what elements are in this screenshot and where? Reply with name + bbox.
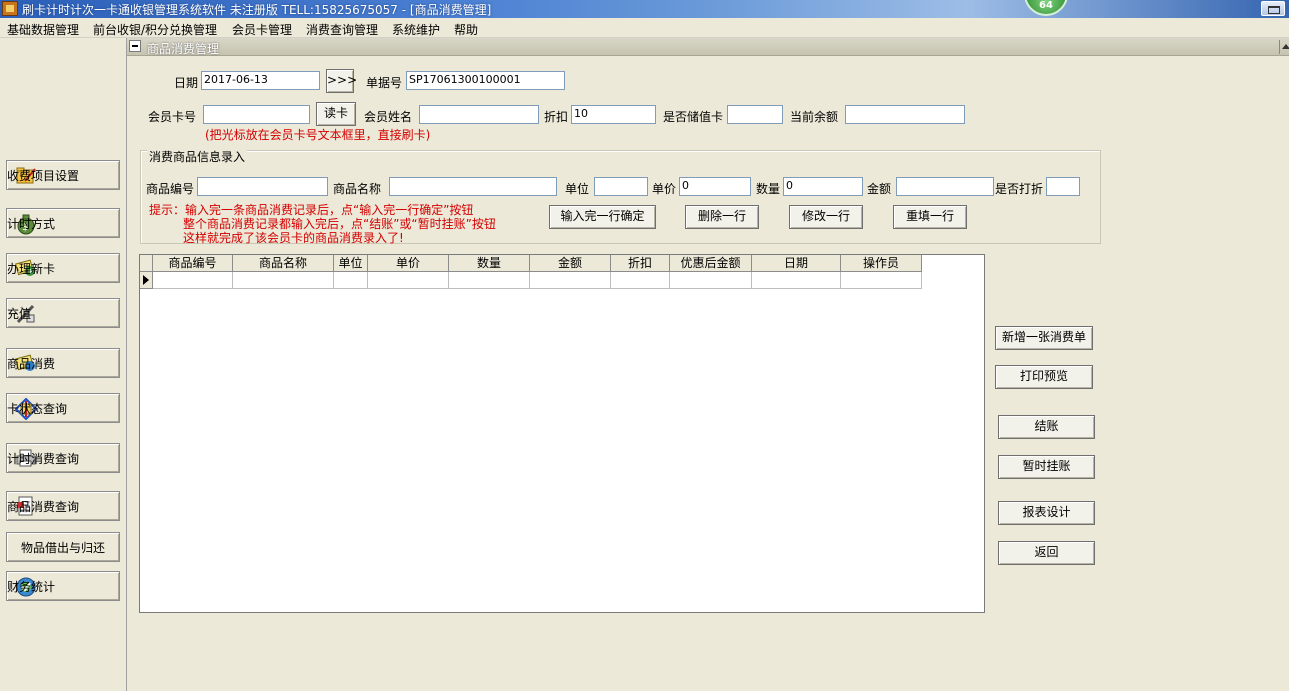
new-bill-button[interactable]: 新增一张消费单 bbox=[995, 326, 1093, 350]
menu-system[interactable]: 系统维护 bbox=[392, 21, 440, 38]
column-header[interactable]: 单价 bbox=[368, 255, 449, 272]
sidebar-item-new-card[interactable]: + 办理新卡 bbox=[6, 253, 120, 283]
column-header[interactable]: 操作员 bbox=[841, 255, 922, 272]
delete-row-button[interactable]: 删除一行 bbox=[685, 205, 759, 229]
report-design-button[interactable]: 报表设计 bbox=[998, 501, 1095, 525]
title-bar: 刷卡计时计次一卡通收银管理系统软件 未注册版 TELL:15825675057 … bbox=[0, 0, 1289, 18]
qty-label: 数量 bbox=[756, 182, 781, 196]
grid-cell[interactable] bbox=[530, 272, 611, 289]
menu-help[interactable]: 帮助 bbox=[454, 21, 478, 38]
goods-code-field[interactable] bbox=[197, 177, 328, 196]
sidebar-item-recharge[interactable]: 充值 bbox=[6, 298, 120, 328]
goods-code-label: 商品编号 bbox=[146, 182, 195, 196]
date-field[interactable]: 2017-06-13 bbox=[201, 71, 320, 90]
qty-field[interactable]: 0 bbox=[783, 177, 863, 196]
grid-cell[interactable] bbox=[233, 272, 334, 289]
stored-card-label: 是否储值卡 bbox=[663, 110, 724, 124]
entry-hint-line3: 这样就完成了该会员卡的商品消费录入了! bbox=[183, 231, 404, 245]
column-header[interactable]: 折扣 bbox=[611, 255, 670, 272]
price-field[interactable]: 0 bbox=[679, 177, 751, 196]
date-label: 日期 bbox=[174, 76, 199, 90]
grid-cell[interactable] bbox=[153, 272, 233, 289]
back-button[interactable]: 返回 bbox=[998, 541, 1095, 565]
column-header[interactable]: 日期 bbox=[752, 255, 841, 272]
unit-field[interactable] bbox=[594, 177, 648, 196]
checkout-button[interactable]: 结账 bbox=[998, 415, 1095, 439]
sidebar-item-finance[interactable]: 财务统计 bbox=[6, 571, 120, 601]
sidebar-item-lend-return[interactable]: 物品借出与归还 bbox=[6, 532, 120, 562]
child-minimize-button[interactable] bbox=[129, 40, 141, 52]
grid-cell[interactable] bbox=[368, 272, 449, 289]
balance-label: 当前余额 bbox=[790, 110, 839, 124]
grid-cell[interactable] bbox=[334, 272, 368, 289]
menu-basic-data[interactable]: 基础数据管理 bbox=[7, 21, 79, 38]
menu-consume-query[interactable]: 消费查询管理 bbox=[306, 21, 378, 38]
discounted-field[interactable] bbox=[1046, 177, 1080, 196]
sidebar-item-fee-settings[interactable]: 收费项目设置 bbox=[6, 160, 120, 190]
goods-entry-title: 消费商品信息录入 bbox=[147, 148, 248, 165]
grid-cell[interactable] bbox=[841, 272, 922, 289]
next-date-button[interactable]: >>> bbox=[326, 69, 357, 93]
child-restore-button[interactable] bbox=[1279, 40, 1289, 54]
child-window-header: 商品消费管理 bbox=[127, 38, 1289, 56]
maximize-button[interactable] bbox=[1261, 1, 1285, 16]
child-window-title: 商品消费管理 bbox=[147, 42, 220, 56]
sidebar-item-timing-query[interactable]: 计时消费查询 bbox=[6, 443, 120, 473]
card-swipe-hint: (把光标放在会员卡号文本框里，直接刷卡) bbox=[205, 128, 431, 142]
unit-label: 单位 bbox=[565, 182, 590, 196]
app-icon bbox=[2, 1, 18, 16]
sidebar-item-card-status[interactable]: 卡状态查询 bbox=[6, 393, 120, 423]
goods-name-field[interactable] bbox=[389, 177, 557, 196]
card-no-label: 会员卡号 bbox=[148, 110, 197, 124]
goods-name-label: 商品名称 bbox=[333, 182, 382, 196]
row-indicator-icon bbox=[140, 272, 153, 289]
discounted-label: 是否打折 bbox=[995, 182, 1044, 196]
refill-row-button[interactable]: 重填一行 bbox=[893, 205, 967, 229]
sidebar-item-goods-consume[interactable]: 商品消费 bbox=[6, 348, 120, 378]
column-header[interactable]: 优惠后金额 bbox=[670, 255, 752, 272]
confirm-row-button[interactable]: 输入完一行确定 bbox=[549, 205, 656, 229]
receipt-label: 单据号 bbox=[366, 76, 403, 90]
menu-front-desk[interactable]: 前台收银/积分兑换管理 bbox=[93, 21, 217, 38]
print-preview-button[interactable]: 打印预览 bbox=[995, 365, 1093, 389]
discount-field[interactable]: 10 bbox=[571, 105, 656, 124]
card-no-field[interactable] bbox=[203, 105, 310, 124]
grid-cell[interactable] bbox=[449, 272, 530, 289]
grid-cell[interactable] bbox=[752, 272, 841, 289]
consume-grid[interactable]: 商品编号 商品名称 单位 单价 数量 金额 折扣 优惠后金额 日期 操作员 bbox=[139, 254, 985, 613]
column-header[interactable]: 商品编号 bbox=[153, 255, 233, 272]
member-name-field[interactable] bbox=[419, 105, 539, 124]
sidebar-item-timing-mode[interactable]: $ 计时方式 bbox=[6, 208, 120, 238]
grid-cell[interactable] bbox=[670, 272, 752, 289]
menu-bar: 基础数据管理 前台收银/积分兑换管理 会员卡管理 消费查询管理 系统维护 帮助 bbox=[0, 18, 1289, 38]
hold-button[interactable]: 暂时挂账 bbox=[998, 455, 1095, 479]
member-name-label: 会员姓名 bbox=[364, 110, 413, 124]
grid-cell[interactable] bbox=[611, 272, 670, 289]
amount-field[interactable] bbox=[896, 177, 994, 196]
receipt-field[interactable]: SP17061300100001 bbox=[406, 71, 565, 90]
column-header[interactable]: 金额 bbox=[530, 255, 611, 272]
edit-row-button[interactable]: 修改一行 bbox=[789, 205, 863, 229]
sidebar-item-goods-query[interactable]: 商品消费查询 bbox=[6, 491, 120, 521]
notification-badge[interactable]: 64 bbox=[1024, 0, 1068, 16]
stored-card-field[interactable] bbox=[727, 105, 783, 124]
left-sidebar: 收费项目设置 $ 计时方式 + 办理新卡 充值 商品消费 卡状态查询 计时消费查 bbox=[0, 38, 127, 691]
column-header[interactable]: 商品名称 bbox=[233, 255, 334, 272]
grid-corner bbox=[140, 255, 153, 272]
amount-label: 金额 bbox=[867, 182, 892, 196]
balance-field[interactable] bbox=[845, 105, 965, 124]
price-label: 单价 bbox=[652, 182, 677, 196]
column-header[interactable]: 数量 bbox=[449, 255, 530, 272]
column-header[interactable]: 单位 bbox=[334, 255, 368, 272]
window-title: 刷卡计时计次一卡通收银管理系统软件 未注册版 TELL:15825675057 … bbox=[22, 3, 492, 17]
menu-member-card[interactable]: 会员卡管理 bbox=[232, 21, 292, 38]
discount-label: 折扣 bbox=[544, 110, 569, 124]
read-card-button[interactable]: 读卡 bbox=[316, 102, 356, 126]
